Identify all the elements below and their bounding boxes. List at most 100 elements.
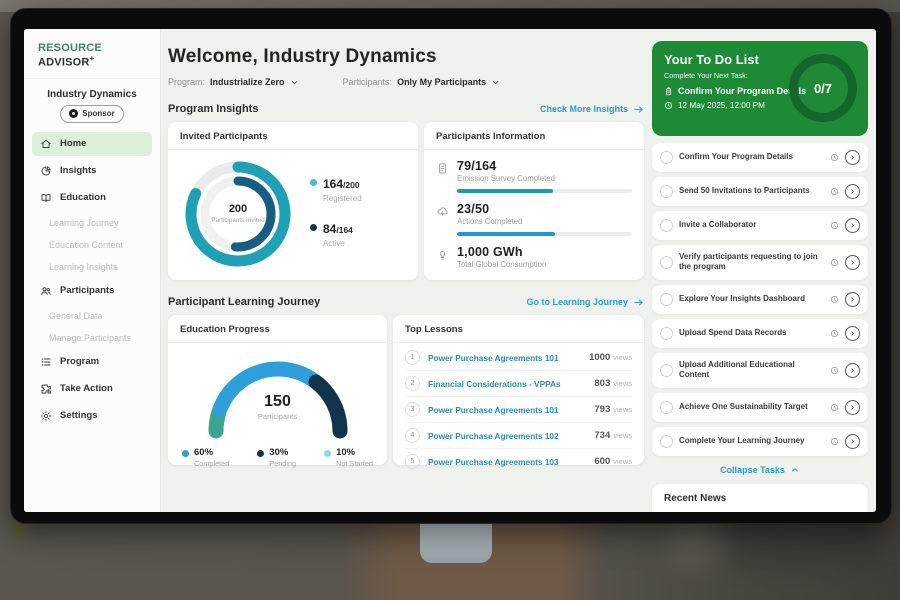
- sidebar-item-education[interactable]: Education: [32, 186, 152, 210]
- donut-legend-item: 84/164Active: [310, 220, 362, 248]
- lesson-views-suffix: views: [613, 405, 632, 414]
- task-checkbox[interactable]: [660, 401, 673, 414]
- task-row[interactable]: Upload Spend Data Records: [652, 319, 868, 348]
- sidebar-item-label: Home: [60, 138, 86, 149]
- task-row[interactable]: Complete Your Learning Journey: [652, 427, 868, 456]
- todo-header-card: Your To Do List Complete Your Next Task:…: [652, 41, 868, 136]
- gauge-wrap: 150 Participants: [168, 347, 387, 445]
- participants-information-title: Participants Information: [424, 122, 644, 150]
- task-open-button[interactable]: [845, 363, 860, 378]
- sponsor-icon: [69, 109, 78, 118]
- sidebar-item-participants[interactable]: Participants: [32, 279, 152, 303]
- task-open-button[interactable]: [845, 434, 860, 449]
- education-icon: [40, 192, 52, 204]
- task-row[interactable]: Verify participants requesting to join t…: [652, 245, 868, 280]
- insights-cards-row: Invited Participants 200 Partic: [168, 122, 644, 280]
- clock-icon: [830, 153, 839, 162]
- todo-due-label: 12 May 2025, 12:00 PM: [678, 101, 765, 110]
- gauge-center-value: 150: [168, 393, 387, 411]
- chev-right-icon: [849, 296, 856, 303]
- actions-icon: [436, 205, 449, 218]
- stat-value: 23/50: [457, 202, 632, 216]
- task-open-button[interactable]: [845, 400, 860, 415]
- lesson-row: 5Power Purchase Agreements 103600views: [405, 449, 632, 474]
- chev-down-icon: [491, 78, 500, 87]
- monitor-bezel: RESOURCE ADVISOR+ Industry Dynamics Spon…: [10, 8, 892, 524]
- survey-icon: [436, 162, 449, 175]
- legend-dot: [310, 224, 317, 231]
- lesson-views-suffix: views: [613, 431, 632, 440]
- lesson-link[interactable]: Power Purchase Agreements 102: [428, 431, 594, 441]
- progress-fill: [457, 232, 555, 236]
- lesson-views: 734: [594, 430, 610, 441]
- todo-panel: Your To Do List Complete Your Next Task:…: [652, 41, 868, 512]
- program-insights-title: Program Insights: [168, 103, 258, 115]
- chev-right-icon: [849, 438, 856, 445]
- task-row[interactable]: Invite a Collaborator: [652, 211, 868, 240]
- collapse-tasks-label: Collapse Tasks: [720, 465, 785, 475]
- task-label: Send 50 Invitations to Participants: [679, 186, 824, 196]
- sidebar-item-home[interactable]: Home: [32, 132, 152, 156]
- task-open-button[interactable]: [845, 218, 860, 233]
- task-checkbox[interactable]: [660, 293, 673, 306]
- task-checkbox[interactable]: [660, 185, 673, 198]
- program-filter[interactable]: Program: Industrialize Zero: [168, 77, 299, 87]
- legend-dot: [324, 450, 331, 457]
- participant-stat: 1,000 GWhTotal Global Consumption: [436, 245, 632, 269]
- learning-journey-title: Participant Learning Journey: [168, 296, 320, 308]
- task-checkbox[interactable]: [660, 256, 673, 269]
- sidebar-item-settings[interactable]: Settings: [32, 404, 152, 428]
- lesson-link[interactable]: Power Purchase Agreements 103: [428, 457, 594, 467]
- sidebar-item-education-content[interactable]: Education Content: [32, 235, 152, 255]
- collapse-tasks-link[interactable]: Collapse Tasks: [652, 465, 868, 475]
- task-row[interactable]: Upload Additional Educational Content: [652, 353, 868, 388]
- task-checkbox[interactable]: [660, 327, 673, 340]
- task-checkbox[interactable]: [660, 435, 673, 448]
- task-row[interactable]: Achieve One Sustainability Target: [652, 393, 868, 422]
- task-row[interactable]: Explore Your Insights Dashboard: [652, 285, 868, 314]
- task-row[interactable]: Send 50 Invitations to Participants: [652, 177, 868, 206]
- check-more-insights-link[interactable]: Check More Insights: [540, 104, 644, 115]
- lesson-link[interactable]: Power Purchase Agreements 101: [428, 353, 589, 363]
- task-open-button[interactable]: [845, 326, 860, 341]
- task-open-button[interactable]: [845, 292, 860, 307]
- sidebar-item-take-action[interactable]: Take Action: [32, 377, 152, 401]
- settings-icon: [40, 410, 52, 422]
- arrow-right-icon: [633, 104, 644, 115]
- lesson-link[interactable]: Financial Considerations - VPPAs: [428, 379, 594, 389]
- participants-filter[interactable]: Participants: Only My Participants: [343, 77, 501, 87]
- donut-legend-item: 164/200Registered: [310, 175, 362, 203]
- invited-participants-title: Invited Participants: [168, 122, 418, 150]
- task-checkbox[interactable]: [660, 219, 673, 232]
- sidebar-item-learning-journey[interactable]: Learning Journey: [32, 213, 152, 233]
- sidebar-item-insights[interactable]: Insights: [32, 159, 152, 183]
- chev-right-icon: [849, 404, 856, 411]
- lesson-link[interactable]: Power Purchase Agreements 101: [428, 405, 594, 415]
- task-open-button[interactable]: [845, 255, 860, 270]
- task-open-button[interactable]: [845, 150, 860, 165]
- participant-stat: 79/164Emission Survey Completed: [436, 159, 632, 193]
- participants-filter-label: Participants:: [343, 77, 393, 87]
- task-checkbox[interactable]: [660, 151, 673, 164]
- lesson-rank: 2: [405, 376, 420, 391]
- gauge-legend: 60%Completed30%Pending10%Not Started: [168, 445, 387, 468]
- invited-legend: 164/200Registered 84/164Active: [310, 175, 362, 280]
- sidebar-item-manage-participants[interactable]: Manage Participants: [32, 328, 152, 348]
- task-checkbox[interactable]: [660, 364, 673, 377]
- sidebar-item-learning-insights[interactable]: Learning Insights: [32, 257, 152, 277]
- journey-cards-row: Education Progress 150 Participants 60%C…: [168, 315, 644, 465]
- chev-right-icon: [849, 259, 856, 266]
- program-icon: [40, 356, 52, 368]
- invited-participants-body: 200 Participants Invited 164/200Register…: [168, 150, 418, 280]
- sidebar-item-program[interactable]: Program: [32, 350, 152, 374]
- lesson-rank: 1: [405, 350, 420, 365]
- task-open-button[interactable]: [845, 184, 860, 199]
- participants-information-card: Participants Information 79/164Emission …: [424, 122, 644, 280]
- sidebar-item-general-data[interactable]: General Data: [32, 306, 152, 326]
- clock-icon: [664, 101, 673, 110]
- sponsor-badge[interactable]: Sponsor: [60, 105, 124, 123]
- chev-right-icon: [849, 330, 856, 337]
- donut-center: 200 Participants Invited: [180, 156, 296, 272]
- go-to-learning-journey-link[interactable]: Go to Learning Journey: [526, 297, 644, 308]
- task-row[interactable]: Confirm Your Program Details: [652, 143, 868, 172]
